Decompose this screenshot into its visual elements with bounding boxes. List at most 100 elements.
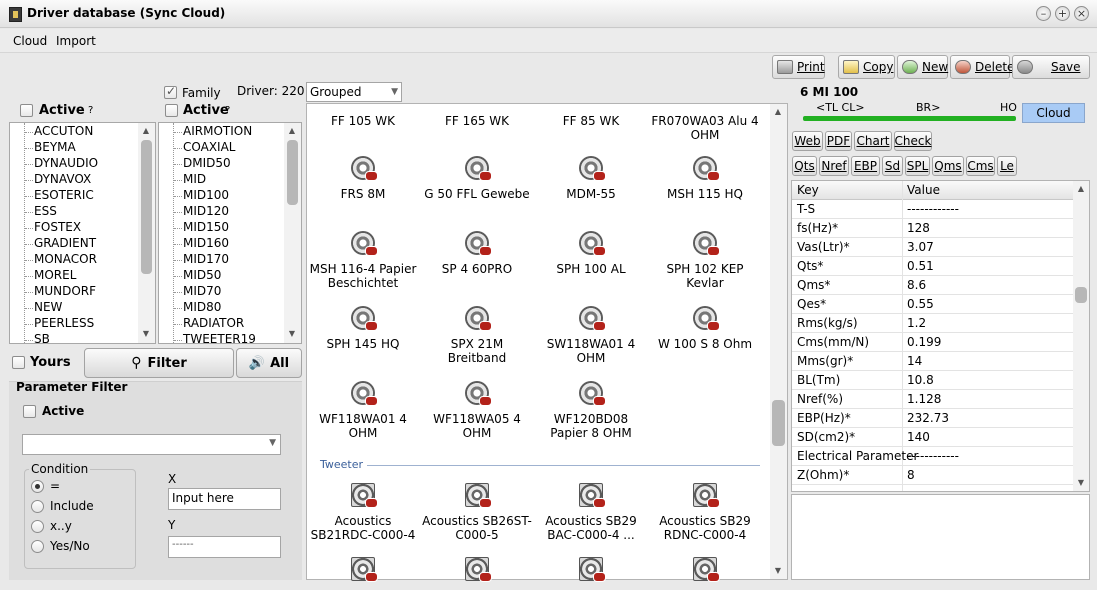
family-active-checkbox[interactable] xyxy=(165,104,178,117)
table-row[interactable]: BL(Tm) 10.8 xyxy=(792,371,1074,390)
tab-check[interactable]: Check xyxy=(894,131,932,151)
driver-label[interactable]: Acoustics SB26ST-C000-5 xyxy=(421,514,533,542)
list-item-manufacturer[interactable]: ESOTERIC xyxy=(34,188,94,202)
list-item-family[interactable]: AIRMOTION xyxy=(183,124,252,138)
tab-qts[interactable]: Qts xyxy=(792,156,817,176)
list-item-family[interactable]: MID70 xyxy=(183,284,221,298)
parameter-active-checkbox[interactable] xyxy=(23,405,36,418)
column-key-header[interactable]: Key xyxy=(797,183,819,197)
list-item-manufacturer[interactable]: SB xyxy=(34,332,50,343)
table-row[interactable]: Qms* 8.6 xyxy=(792,276,1074,295)
table-row[interactable]: Rms(kg/s) 1.2 xyxy=(792,314,1074,333)
table-row[interactable]: Nref(%) 1.128 xyxy=(792,390,1074,409)
driver-icon[interactable] xyxy=(465,156,492,182)
driver-label[interactable]: WF120BD08 Papier 8 OHM xyxy=(535,412,647,440)
family-scrollbar[interactable]: ▲ ▼ xyxy=(284,123,301,343)
driver-label[interactable]: Acoustics SB29 RDNC-C000-4 xyxy=(649,514,761,542)
table-row[interactable]: Z(Ohm)* 8 xyxy=(792,466,1074,485)
driver-icon[interactable] xyxy=(579,557,606,583)
driver-icon[interactable] xyxy=(579,306,606,332)
list-item-family[interactable]: MID160 xyxy=(183,236,229,250)
list-item-family[interactable]: MID170 xyxy=(183,252,229,266)
driver-icon[interactable] xyxy=(693,156,720,182)
driver-label[interactable]: SPX 21M Breitband xyxy=(421,337,533,365)
scroll-down-icon[interactable]: ▼ xyxy=(1074,478,1088,487)
list-item-manufacturer[interactable]: FOSTEX xyxy=(34,220,81,234)
driver-label[interactable]: MSH 116-4 Papier Beschichtet xyxy=(307,262,419,290)
driver-icon[interactable] xyxy=(465,306,492,332)
scroll-up-icon[interactable]: ▲ xyxy=(285,126,299,135)
manufacturer-scrollbar[interactable]: ▲ ▼ xyxy=(138,123,155,343)
table-row[interactable]: Vas(Ltr)* 3.07 xyxy=(792,238,1074,257)
list-item-family[interactable]: MID100 xyxy=(183,188,229,202)
tab-ebp[interactable]: EBP xyxy=(851,156,880,176)
list-item-manufacturer[interactable]: GRADIENT xyxy=(34,236,96,250)
driver-icon[interactable] xyxy=(465,381,492,407)
scroll-up-icon[interactable]: ▲ xyxy=(139,126,153,135)
driver-label[interactable]: FF 85 WK xyxy=(535,114,647,128)
scroll-thumb[interactable] xyxy=(1075,287,1087,303)
driver-icon[interactable] xyxy=(351,306,378,332)
list-item-manufacturer[interactable]: NEW xyxy=(34,300,62,314)
menu-cloud[interactable]: Cloud xyxy=(13,34,47,48)
table-row[interactable]: Qes* 0.55 xyxy=(792,295,1074,314)
driver-label[interactable]: W 100 S 8 Ohm xyxy=(649,337,761,351)
driver-icon[interactable] xyxy=(579,483,606,509)
driver-icon[interactable] xyxy=(693,557,720,583)
condition-radio[interactable] xyxy=(31,520,44,533)
notes-area[interactable] xyxy=(791,494,1090,580)
all-button[interactable]: 🔊 All xyxy=(236,348,302,378)
scroll-up-icon[interactable]: ▲ xyxy=(1074,184,1088,193)
table-row[interactable]: Electrical Parameter ------------ xyxy=(792,447,1074,466)
save-button[interactable]: Save xyxy=(1012,55,1090,79)
driver-label[interactable]: FF 105 WK xyxy=(307,114,419,128)
driver-icon[interactable] xyxy=(351,381,378,407)
table-row[interactable]: T-S ------------ xyxy=(792,200,1074,219)
list-item-family[interactable]: TWEETER19 xyxy=(183,332,256,343)
driver-label[interactable]: WF118WA05 4 OHM xyxy=(421,412,533,440)
tab-pdf[interactable]: PDF xyxy=(825,131,852,151)
driver-icon[interactable] xyxy=(579,156,606,182)
list-item-family[interactable]: MID xyxy=(183,172,206,186)
driver-icon[interactable] xyxy=(465,483,492,509)
y-input[interactable]: ------ xyxy=(168,536,281,558)
driver-label[interactable]: SPH 145 HQ xyxy=(307,337,419,351)
list-item-manufacturer[interactable]: BEYMA xyxy=(34,140,76,154)
list-item-manufacturer[interactable]: ESS xyxy=(34,204,57,218)
table-row[interactable]: Qts* 0.51 xyxy=(792,257,1074,276)
driver-label[interactable]: Acoustics SB29 BAC-C000-4 ... xyxy=(535,514,647,542)
list-item-manufacturer[interactable]: PEERLESS xyxy=(34,316,94,330)
table-row[interactable] xyxy=(792,485,1074,491)
list-item-family[interactable]: MID80 xyxy=(183,300,221,314)
driver-label[interactable]: FF 165 WK xyxy=(421,114,533,128)
driver-label[interactable]: SP 4 60PRO xyxy=(421,262,533,276)
list-item-family[interactable]: MID150 xyxy=(183,220,229,234)
driver-label[interactable]: FR070WA03 Alu 4 OHM xyxy=(649,114,761,142)
driver-icon[interactable] xyxy=(351,483,378,509)
driver-icon[interactable] xyxy=(465,231,492,257)
list-item-family[interactable]: MID50 xyxy=(183,268,221,282)
copy-button[interactable]: Copy xyxy=(838,55,895,79)
list-item-manufacturer[interactable]: DYNAVOX xyxy=(34,172,91,186)
driver-label[interactable]: SPH 100 AL xyxy=(535,262,647,276)
list-item-family[interactable]: COAXIAL xyxy=(183,140,235,154)
print-button[interactable]: Print xyxy=(772,55,825,79)
driver-label[interactable]: FRS 8M xyxy=(307,187,419,201)
help-icon[interactable]: ? xyxy=(88,105,93,116)
cloud-status[interactable]: Cloud xyxy=(1022,103,1085,123)
filter-button[interactable]: ⚲ Filter xyxy=(84,348,234,378)
driver-icon[interactable] xyxy=(579,231,606,257)
list-item-manufacturer[interactable]: MONACOR xyxy=(34,252,97,266)
driver-label[interactable]: Acoustics SB21RDC-C000-4 xyxy=(307,514,419,542)
close-button[interactable]: × xyxy=(1074,6,1089,21)
list-item-manufacturer[interactable]: MOREL xyxy=(34,268,76,282)
list-item-manufacturer[interactable]: MUNDORF xyxy=(34,284,96,298)
scroll-thumb[interactable] xyxy=(287,140,298,205)
help-icon[interactable]: ? xyxy=(225,105,230,116)
driver-label[interactable]: G 50 FFL Gewebe xyxy=(421,187,533,201)
driver-icon[interactable] xyxy=(693,306,720,332)
tab-nref[interactable]: Nref xyxy=(819,156,849,176)
yours-checkbox[interactable] xyxy=(12,356,25,369)
manufacturer-active-checkbox[interactable] xyxy=(20,104,33,117)
scroll-up-icon[interactable]: ▲ xyxy=(771,107,785,116)
